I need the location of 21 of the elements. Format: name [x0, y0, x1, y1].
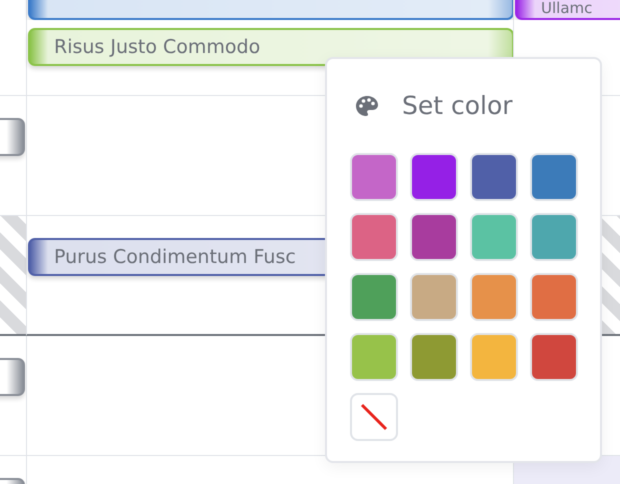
color-swatch[interactable]	[470, 153, 518, 201]
color-swatch[interactable]	[530, 153, 578, 201]
color-swatch[interactable]	[350, 273, 398, 321]
color-swatch[interactable]	[530, 273, 578, 321]
color-swatch[interactable]	[350, 153, 398, 201]
color-swatch[interactable]	[470, 333, 518, 381]
color-swatch[interactable]	[410, 153, 458, 201]
color-swatch[interactable]	[470, 213, 518, 261]
no-color-swatch[interactable]	[350, 393, 398, 441]
color-swatch[interactable]	[530, 213, 578, 261]
color-swatch[interactable]	[470, 273, 518, 321]
color-swatch[interactable]	[410, 213, 458, 261]
color-swatch[interactable]	[530, 333, 578, 381]
color-swatch[interactable]	[350, 213, 398, 261]
color-swatch[interactable]	[410, 333, 458, 381]
slash-icon	[360, 403, 388, 431]
color-swatch[interactable]	[410, 273, 458, 321]
palette-icon	[356, 96, 378, 116]
color-swatch[interactable]	[350, 333, 398, 381]
event-bar[interactable]: Ullamc	[515, 0, 620, 20]
menu-title: Set color	[402, 90, 513, 122]
